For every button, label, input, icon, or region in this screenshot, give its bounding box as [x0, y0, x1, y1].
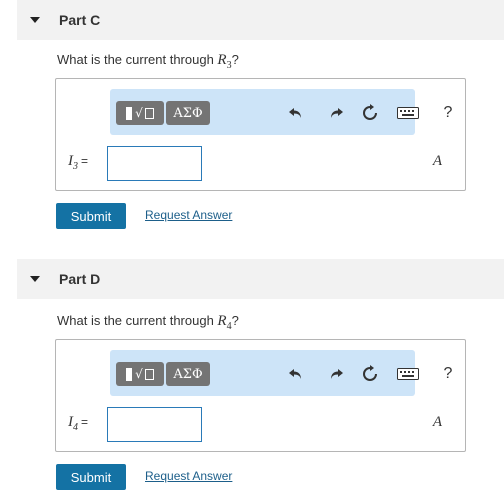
equals-sign: = [81, 154, 89, 168]
reset-icon[interactable] [360, 103, 380, 123]
math-toolbar: √ ΑΣΦ ? [110, 350, 452, 396]
part-d-header[interactable]: Part D [17, 259, 504, 299]
question-var-letter: R [217, 313, 227, 329]
math-toolbar: √ ΑΣΦ ? [110, 89, 452, 135]
caret-down-icon[interactable] [30, 276, 40, 282]
answer-input[interactable] [107, 407, 202, 442]
submit-button[interactable]: Submit [56, 464, 126, 490]
request-answer-link[interactable]: Request Answer [145, 469, 232, 483]
help-icon[interactable]: ? [438, 103, 458, 123]
part-title: Part C [59, 12, 101, 28]
answer-box: √ ΑΣΦ ? I4 = A [55, 339, 466, 452]
keyboard-icon[interactable] [396, 103, 420, 123]
templates-button[interactable]: √ [116, 362, 164, 386]
templates-button[interactable]: √ [116, 101, 164, 125]
answer-box: √ ΑΣΦ ? I3 = A [55, 78, 466, 191]
template-box-icon [144, 107, 154, 119]
request-answer-link[interactable]: Request Answer [145, 208, 232, 222]
answer-label: I3 = [68, 153, 88, 172]
answer-input[interactable] [107, 146, 202, 181]
sqrt-icon: √ [135, 106, 143, 120]
template-square-icon [126, 106, 133, 120]
template-square-icon [126, 367, 133, 381]
redo-icon[interactable] [326, 364, 346, 384]
question-text: What is the current through R3? [57, 52, 239, 71]
greek-symbols-button[interactable]: ΑΣΦ [166, 362, 210, 386]
caret-down-icon[interactable] [30, 17, 40, 23]
keyboard-icon[interactable] [396, 364, 420, 384]
question-variable: R3 [217, 52, 231, 71]
answer-var-subscript: 3 [73, 161, 78, 172]
answer-var-subscript: 4 [73, 422, 78, 433]
question-suffix: ? [231, 313, 239, 328]
question-var-letter: R [217, 52, 227, 68]
part-title: Part D [59, 271, 101, 287]
question-prefix: What is the current through [57, 313, 218, 328]
unit-label: A [432, 153, 442, 169]
help-icon[interactable]: ? [438, 364, 458, 384]
equals-sign: = [81, 415, 89, 429]
redo-icon[interactable] [326, 103, 346, 123]
sqrt-icon: √ [135, 367, 143, 381]
undo-icon[interactable] [286, 103, 306, 123]
unit-label: A [432, 414, 442, 430]
undo-icon[interactable] [286, 364, 306, 384]
question-text: What is the current through R4? [57, 313, 239, 332]
greek-symbols-button[interactable]: ΑΣΦ [166, 101, 210, 125]
question-prefix: What is the current through [57, 52, 218, 67]
submit-button[interactable]: Submit [56, 203, 126, 229]
question-variable: R4 [217, 313, 231, 332]
reset-icon[interactable] [360, 364, 380, 384]
template-box-icon [144, 368, 154, 380]
question-suffix: ? [231, 52, 239, 67]
part-c-header[interactable]: Part C [17, 0, 504, 40]
answer-label: I4 = [68, 414, 88, 433]
